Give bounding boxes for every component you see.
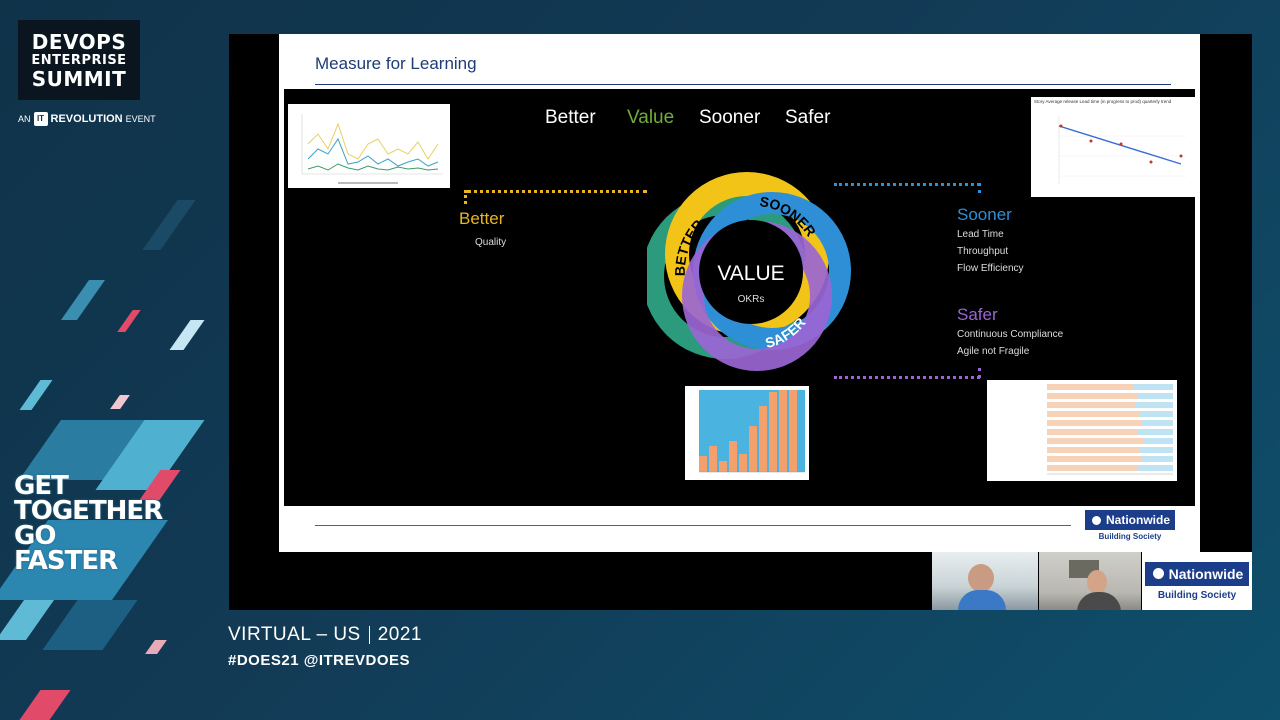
lead-time-chart-title: Story Average release Lead time (in prog…	[1034, 99, 1172, 104]
sooner-connector	[834, 183, 980, 186]
slide-panel: Better Value Sooner Safer Better Quality	[284, 89, 1195, 506]
safer-items: Continuous Compliance Agile not Fragile	[957, 326, 1063, 360]
headline-value: Value	[627, 107, 675, 128]
slogan: GET TOGETHER GO FASTER	[14, 473, 163, 576]
presentation-slide: Measure for Learning Better Value Sooner…	[279, 34, 1200, 552]
nationwide-sponsor-logo-top: Nationwide	[1145, 561, 1249, 586]
safer-label: Safer	[957, 305, 998, 324]
nationwide-sponsor-logo: Nationwide Building Society	[1142, 552, 1252, 610]
speaker-1-figure	[968, 564, 994, 592]
safer-stacked-chart	[685, 386, 809, 480]
headline-safer: Safer	[785, 107, 831, 128]
revolution-text: REVOLUTION	[50, 113, 123, 125]
safer-stacked-chart-svg	[699, 390, 805, 473]
safer-connector	[834, 376, 980, 379]
value-wheel: VALUE OKRs BETTER SOONER SAFER	[647, 172, 851, 371]
wheel-center-label: VALUE	[717, 262, 784, 285]
nationwide-sponsor-logo-icon	[1150, 566, 1166, 581]
sooner-connector-v	[978, 183, 981, 193]
nationwide-slide-logo-top: Nationwide	[1085, 510, 1175, 530]
logo-line-1: DEVOPS	[31, 29, 127, 54]
it-revolution-tagline: AN IT REVOLUTION EVENT	[18, 112, 156, 126]
quality-line-chart	[288, 104, 450, 188]
nationwide-name: Nationwide	[1105, 513, 1170, 527]
wheel-okrs-label: OKRs	[738, 294, 765, 305]
safer-horizontal-chart-svg	[1047, 384, 1173, 475]
nationwide-logo-icon	[1089, 513, 1103, 527]
nationwide-tagline: Building Society	[1098, 532, 1162, 541]
better-label: Better	[459, 209, 505, 228]
event-text: EVENT	[125, 114, 156, 124]
year-label: 2021	[377, 624, 422, 645]
speaker-2-figure	[1087, 570, 1107, 594]
lead-time-trend-chart: Story Average release Lead time (in prog…	[1031, 97, 1195, 197]
speaker-video-2	[1039, 552, 1141, 610]
headline-sooner: Sooner	[699, 107, 761, 128]
event-location: VIRTUAL – US 2021	[228, 624, 422, 646]
title-rule	[315, 84, 1171, 85]
speaker-2-shirt	[1077, 592, 1121, 610]
an-text: AN	[18, 114, 31, 124]
devops-summit-logo: DEVOPS ENTERPRISE SUMMIT	[18, 20, 140, 100]
nationwide-sponsor-tagline: Building Society	[1157, 589, 1237, 601]
slide-title: Measure for Learning	[315, 54, 477, 73]
sooner-item-lead-time: Lead Time	[957, 229, 1004, 240]
sooner-item-throughput: Throughput	[957, 246, 1009, 257]
sooner-item-flow-efficiency: Flow Efficiency	[957, 263, 1024, 274]
better-item-quality: Quality	[475, 237, 507, 248]
slide-bottom-rule	[315, 525, 1071, 526]
sooner-label: Sooner	[957, 205, 1012, 224]
speaker-1-shirt	[958, 590, 1006, 610]
nationwide-slide-logo: Nationwide Building Society	[1085, 510, 1175, 544]
logo-line-2: ENTERPRISE	[31, 52, 127, 68]
sooner-items: Lead Time Throughput Flow Efficiency	[957, 226, 1024, 277]
safer-item-agile: Agile not Fragile	[957, 346, 1030, 357]
hashtags: #DOES21 @ITREVDOES	[228, 652, 411, 669]
headline-better: Better	[545, 107, 596, 128]
nationwide-sponsor-name: Nationwide	[1168, 565, 1244, 582]
lead-time-chart-svg	[1058, 116, 1186, 184]
safer-item-compliance: Continuous Compliance	[957, 329, 1064, 340]
better-connector	[467, 190, 647, 193]
safer-connector-v	[978, 368, 981, 378]
it-revolution-logo-icon: IT	[33, 112, 48, 126]
quality-line-chart-svg	[301, 114, 443, 184]
safer-horizontal-chart	[987, 380, 1177, 481]
virtual-label: VIRTUAL – US	[228, 624, 361, 645]
speaker-video-1	[932, 552, 1038, 610]
logo-line-3: SUMMIT	[31, 66, 127, 91]
better-connector-v	[464, 190, 467, 204]
slogan-line-4: FASTER	[14, 546, 118, 576]
